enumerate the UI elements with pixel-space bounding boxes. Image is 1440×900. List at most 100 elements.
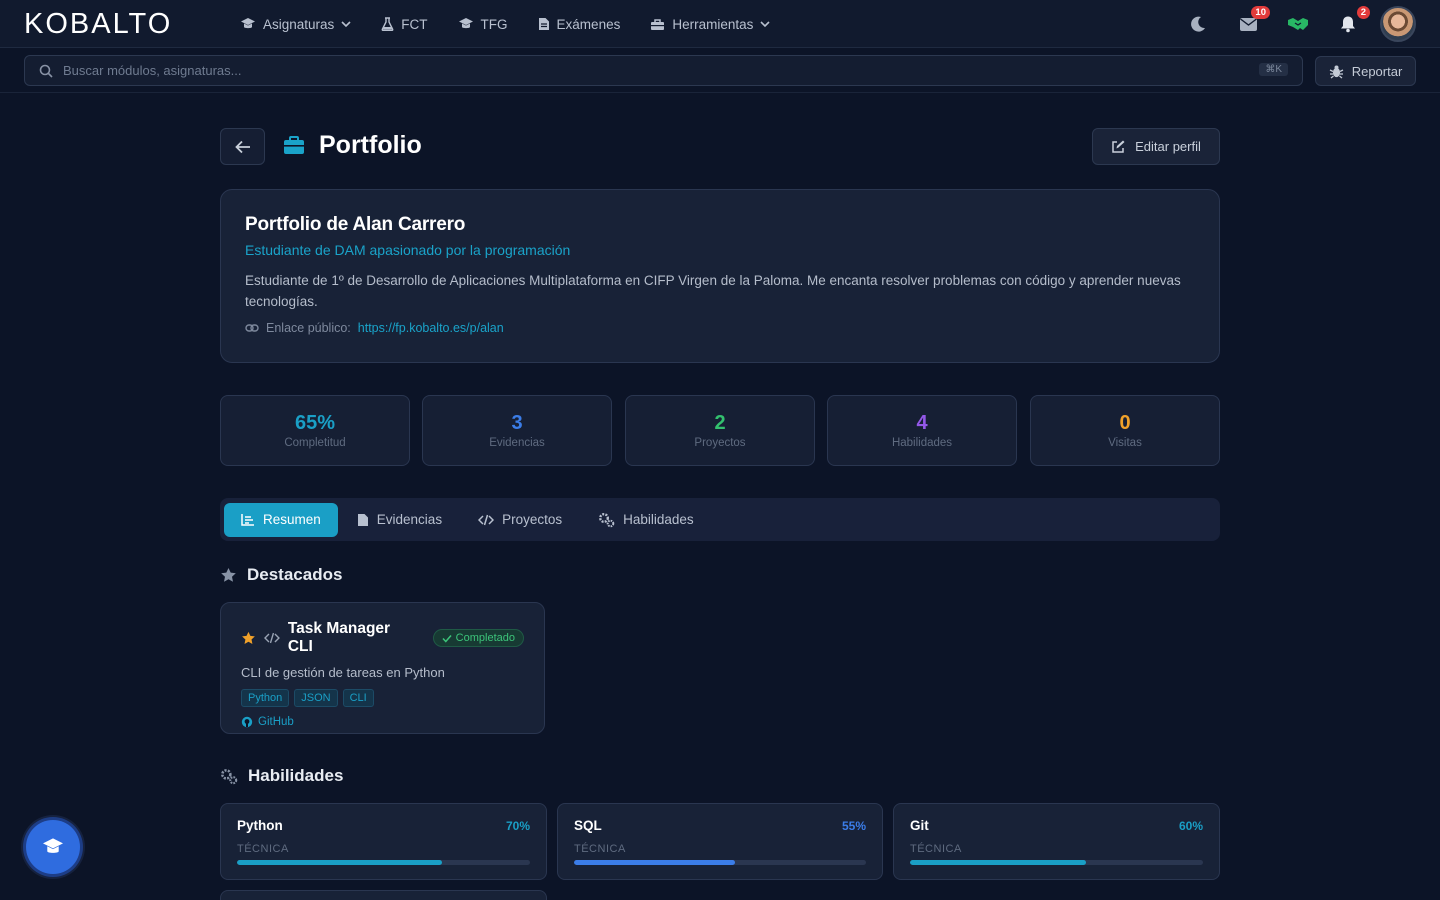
featured-project-card[interactable]: Task Manager CLI Completado CLI de gesti… <box>220 602 545 734</box>
graduation-cap-icon <box>458 18 473 29</box>
status-label: Completado <box>455 632 515 644</box>
briefcase-icon <box>283 136 305 155</box>
nav-label: FCT <box>401 16 428 32</box>
stat-label: Completitud <box>284 437 346 449</box>
skill-category: TÉCNICA <box>237 843 289 855</box>
status-badge: Completado <box>432 629 524 647</box>
file-icon <box>357 513 368 526</box>
featured-heading: Destacados <box>220 565 342 585</box>
tab-evidencias[interactable]: Evidencias <box>340 503 459 537</box>
skill-category: TÉCNICA <box>910 843 962 855</box>
nav-label: TFG <box>480 16 508 32</box>
bell-icon <box>1341 16 1355 33</box>
stat-card-proyectos: 2 Proyectos <box>625 395 815 466</box>
nav-item-examenes[interactable]: Exámenes <box>538 16 621 32</box>
skill-percent: 60% <box>1178 818 1203 833</box>
project-description: CLI de gestión de tareas en Python <box>241 665 445 680</box>
flask-icon <box>381 17 394 31</box>
public-link[interactable]: https://fp.kobalto.es/p/alan <box>358 321 504 335</box>
featured-project-header: Task Manager CLI Completado <box>241 620 524 656</box>
bug-icon <box>1329 65 1343 79</box>
notifications-button[interactable]: 2 <box>1336 6 1370 36</box>
star-icon <box>221 568 236 582</box>
stat-label: Proyectos <box>694 437 746 449</box>
github-link[interactable]: GitHub <box>241 716 524 728</box>
nav-item-fct[interactable]: FCT <box>381 16 428 32</box>
nav-label: Herramientas <box>672 16 754 32</box>
edit-profile-button[interactable]: Editar perfil <box>1092 128 1220 165</box>
envelope-icon <box>1239 17 1257 31</box>
stat-card-visitas: 0 Visitas <box>1030 395 1220 466</box>
top-actions: 10 2 <box>1160 0 1416 48</box>
file-icon <box>538 18 549 30</box>
stat-value: 2 <box>714 412 726 434</box>
stat-card-evidencias: 3 Evidencias <box>422 395 612 466</box>
messages-badge: 10 <box>1251 6 1270 19</box>
skill-name: Git <box>910 818 929 833</box>
skill-progress-bar <box>574 860 866 865</box>
tag-chip: CLI <box>342 689 374 707</box>
brand-logo[interactable]: KOBALTO <box>24 8 172 41</box>
tag-chip: JSON <box>294 689 338 707</box>
tag-chip: Python <box>241 689 290 707</box>
stat-value: 4 <box>916 412 928 434</box>
search-input[interactable] <box>63 63 1213 78</box>
toolbox-icon <box>651 18 665 30</box>
edit-profile-label: Editar perfil <box>1135 139 1201 154</box>
code-icon <box>263 632 280 644</box>
portfolio-tabs: Resumen Evidencias Proyectos Habilidades <box>220 498 1220 541</box>
tab-proyectos[interactable]: Proyectos <box>461 503 579 537</box>
chevron-down-icon <box>341 21 351 28</box>
skills-heading: Habilidades <box>220 766 343 786</box>
graduation-cap-icon <box>43 838 63 853</box>
check-icon <box>442 634 452 643</box>
messages-button[interactable]: 10 <box>1236 6 1270 36</box>
graduation-cap-icon <box>241 18 255 29</box>
report-button[interactable]: Reportar <box>1315 56 1416 86</box>
nav-label: Asignaturas <box>263 16 335 32</box>
notifications-badge: 2 <box>1356 6 1370 19</box>
github-label: GitHub <box>258 716 294 728</box>
skill-progress-bar <box>237 860 530 865</box>
nav-item-herramientas[interactable]: Herramientas <box>650 17 770 32</box>
code-icon <box>478 514 495 525</box>
skill-progress-bar <box>910 860 1203 865</box>
skill-name: Python <box>237 818 283 833</box>
edit-icon <box>1112 140 1125 153</box>
back-button[interactable] <box>220 128 265 165</box>
search-bar-row: ⌘K Reportar <box>0 49 1440 93</box>
profile-name: Portfolio de Alan Carrero <box>245 214 466 235</box>
user-avatar[interactable] <box>1380 6 1416 42</box>
tab-resumen[interactable]: Resumen <box>224 502 338 537</box>
tab-label: Habilidades <box>623 512 694 527</box>
report-label: Reportar <box>1351 63 1403 79</box>
search-icon <box>39 64 53 78</box>
skill-card-python: Python 70% TÉCNICA <box>220 803 547 880</box>
stat-value: 0 <box>1119 412 1131 434</box>
arrow-left-icon <box>234 140 250 153</box>
github-icon <box>241 716 253 728</box>
fab-inner <box>26 820 80 874</box>
handshake-button[interactable] <box>1286 12 1310 36</box>
top-navbar: KOBALTO Asignaturas FCT TFG Exámenes Her… <box>0 0 1440 48</box>
public-link-label: Enlace público: <box>266 321 351 335</box>
tab-habilidades[interactable]: Habilidades <box>581 503 711 537</box>
skill-card-sql: SQL 55% TÉCNICA <box>557 803 883 880</box>
stat-label: Evidencias <box>489 437 545 449</box>
project-title: Task Manager CLI <box>287 620 391 655</box>
skills-heading-label: Habilidades <box>248 766 344 785</box>
moon-icon <box>1191 16 1205 32</box>
nav-item-asignaturas[interactable]: Asignaturas <box>240 17 351 32</box>
floating-assistant-button[interactable] <box>21 815 85 879</box>
link-icon <box>245 324 259 332</box>
tab-label: Evidencias <box>376 512 443 527</box>
stat-card-habilidades: 4 Habilidades <box>827 395 1017 466</box>
theme-toggle[interactable] <box>1186 12 1210 36</box>
main-nav: Asignaturas FCT TFG Exámenes Herramienta… <box>240 0 800 48</box>
stat-label: Visitas <box>1108 437 1142 449</box>
nav-item-tfg[interactable]: TFG <box>458 17 508 32</box>
skill-category: TÉCNICA <box>574 843 626 855</box>
project-tags: Python JSON CLI <box>241 689 524 707</box>
nav-label: Exámenes <box>556 16 621 32</box>
search-box[interactable]: ⌘K <box>24 55 1303 86</box>
